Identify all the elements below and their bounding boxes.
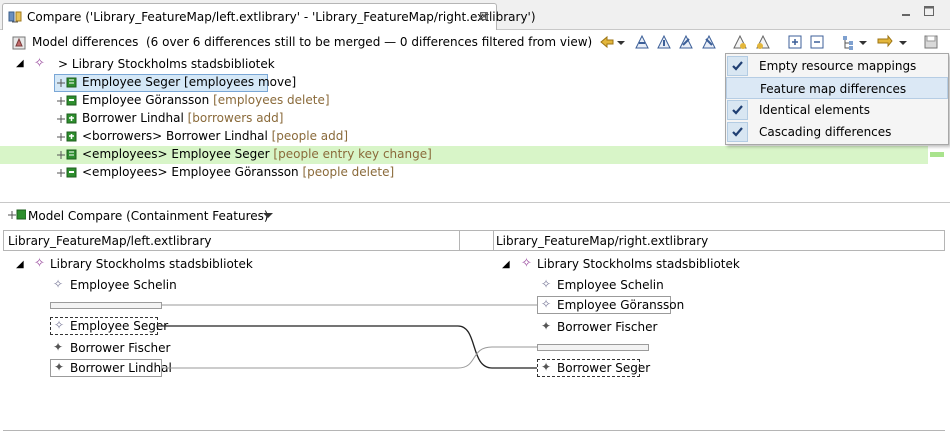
delete-difference-icon [57,95,77,106]
delete-difference-icon [57,167,77,178]
add-difference-icon [57,131,77,142]
compare-editor-tab[interactable]: Compare ('Library_FeatureMap/left.extlib… [2,3,536,30]
right-item-label: Borrower Seger [557,361,651,375]
right-item-label[interactable]: Borrower Fischer [557,320,657,338]
item-detail: [employees delete] [213,93,330,107]
right-boxed-node[interactable]: ✧ Employee Göransson [537,296,684,314]
content-merge-viewer-dropdown-icon[interactable] [262,211,274,221]
item-text: <borrowers> Borrower Lindhal [people add… [82,129,348,143]
right-item-label[interactable]: Employee Schelin [557,278,664,296]
item-text: <employees> Employee Seger [people entry… [82,147,432,161]
compare-column-headers: Library_FeatureMap/left.extlibrary Libra… [3,230,945,251]
element-icon: ✧ [541,277,552,291]
filter-label: Identical elements [759,103,871,117]
element-icon: ✦ [541,319,552,333]
model-differences-toolbar: Model differences (6 over 6 differences … [0,31,950,54]
root-node: > Library Stockholms stadsbibliotek [58,57,275,71]
reject-change-icon[interactable] [655,33,673,51]
tree-root-prefix: > [58,57,69,71]
change-difference-icon [57,149,77,160]
item-text: <employees> Employee Göransson [people d… [82,165,394,179]
filter-label: Empty resource mappings [759,59,917,73]
right-selected-node[interactable]: ✦ Borrower Seger [537,359,650,377]
right-header-label: Library_FeatureMap/right.extlibrary [496,234,709,248]
previous-conflict-icon[interactable] [754,33,772,51]
item-label: Employee Seger [82,75,181,89]
move-difference-icon [57,77,77,88]
add-difference-icon [57,113,77,124]
right-expand-toggle-icon[interactable]: ◢ [502,259,510,270]
item-text: Borrower Lindhal [borrowers add] [82,111,283,125]
minimize-icon[interactable] [900,5,912,17]
tree-root-label: Library Stockholms stadsbibliotek [71,57,275,71]
model-compare-title: Model Compare (Containment Features) [28,209,269,223]
item-detail: [employees move] [184,75,297,89]
difference-connectors [158,304,537,369]
item-detail: [borrowers add] [187,111,284,125]
group-dropdown-chevron-icon[interactable] [858,33,868,51]
center-column-header [460,231,494,250]
previous-difference-icon[interactable] [598,33,616,51]
compare-editor-icon [8,11,22,23]
left-header-label: Library_FeatureMap/left.extlibrary [8,234,212,248]
right-missing-placeholder [537,344,649,351]
bottom-border [3,430,945,431]
model-differences-icon [12,36,26,50]
right-root-icon: ✧ [521,256,532,271]
filter-identical-elements[interactable]: Identical elements [726,99,948,121]
filter-label: Cascading differences [759,125,892,139]
model-compare-icon [8,209,26,220]
tab-title: Compare ('Library_FeatureMap/left.extlib… [27,10,536,24]
item-label: <employees> Employee Göransson [82,165,299,179]
model-compare-header: Model Compare (Containment Features) [0,203,950,229]
item-detail: [people delete] [302,165,395,179]
overview-ruler-marker[interactable] [930,152,944,157]
checkbox-checked-icon [727,100,748,120]
filter-icon[interactable] [876,33,894,51]
item-label: Borrower Lindhal [82,111,184,125]
accept-change-icon[interactable] [633,33,651,51]
expand-all-icon[interactable] [786,33,804,51]
checkbox-checked-icon [727,56,748,76]
save-icon[interactable] [922,33,940,51]
filter-dropdown-chevron-icon[interactable] [898,33,908,51]
item-label: Employee Göransson [82,93,210,107]
group-by-icon[interactable] [840,33,858,51]
toolbar-title: Model differences [32,35,139,49]
item-label: <employees> Employee Seger [82,147,270,161]
element-icon: ✦ [541,360,552,374]
filter-cascading-differences[interactable]: Cascading differences [726,121,948,143]
item-label: <borrowers> Borrower Lindhal [82,129,268,143]
filter-empty-resource-mappings[interactable]: Empty resource mappings [726,55,948,77]
tree-item-row[interactable]: <employees> Employee Göransson [people d… [0,164,950,182]
accept-all-icon[interactable] [677,33,695,51]
model-differences-heading: Model differences (6 over 6 differences … [32,35,592,49]
reject-all-icon[interactable] [700,33,718,51]
close-tab-icon[interactable]: ⊠ [479,9,489,23]
differences-summary: (6 over 6 differences still to be merged… [145,35,593,49]
element-icon: ✧ [34,56,45,71]
tree-item-row-highlighted[interactable]: <employees> Employee Seger [people entry… [0,146,928,164]
left-column-header: Library_FeatureMap/left.extlibrary [4,231,460,250]
next-conflict-icon[interactable] [731,33,749,51]
expand-toggle-icon[interactable]: ◢ [16,58,24,69]
right-root-label[interactable]: Library Stockholms stadsbibliotek [537,257,740,275]
chevron-down-icon[interactable] [616,33,626,51]
item-detail: [people entry key change] [273,147,432,161]
item-text: Employee Seger [employees move] [82,75,296,89]
right-item-label: Employee Göransson [557,298,685,312]
item-text: Employee Göransson [employees delete] [82,93,330,107]
maximize-icon[interactable] [923,5,935,17]
element-icon: ✧ [541,297,552,311]
filter-menu: Empty resource mappings Feature map diff… [725,53,949,145]
filter-label: Feature map differences [760,82,907,96]
checkbox-checked-icon [727,122,748,142]
filter-feature-map-differences[interactable]: Feature map differences [726,77,948,99]
collapse-all-icon[interactable] [808,33,826,51]
item-detail: [people add] [271,129,349,143]
